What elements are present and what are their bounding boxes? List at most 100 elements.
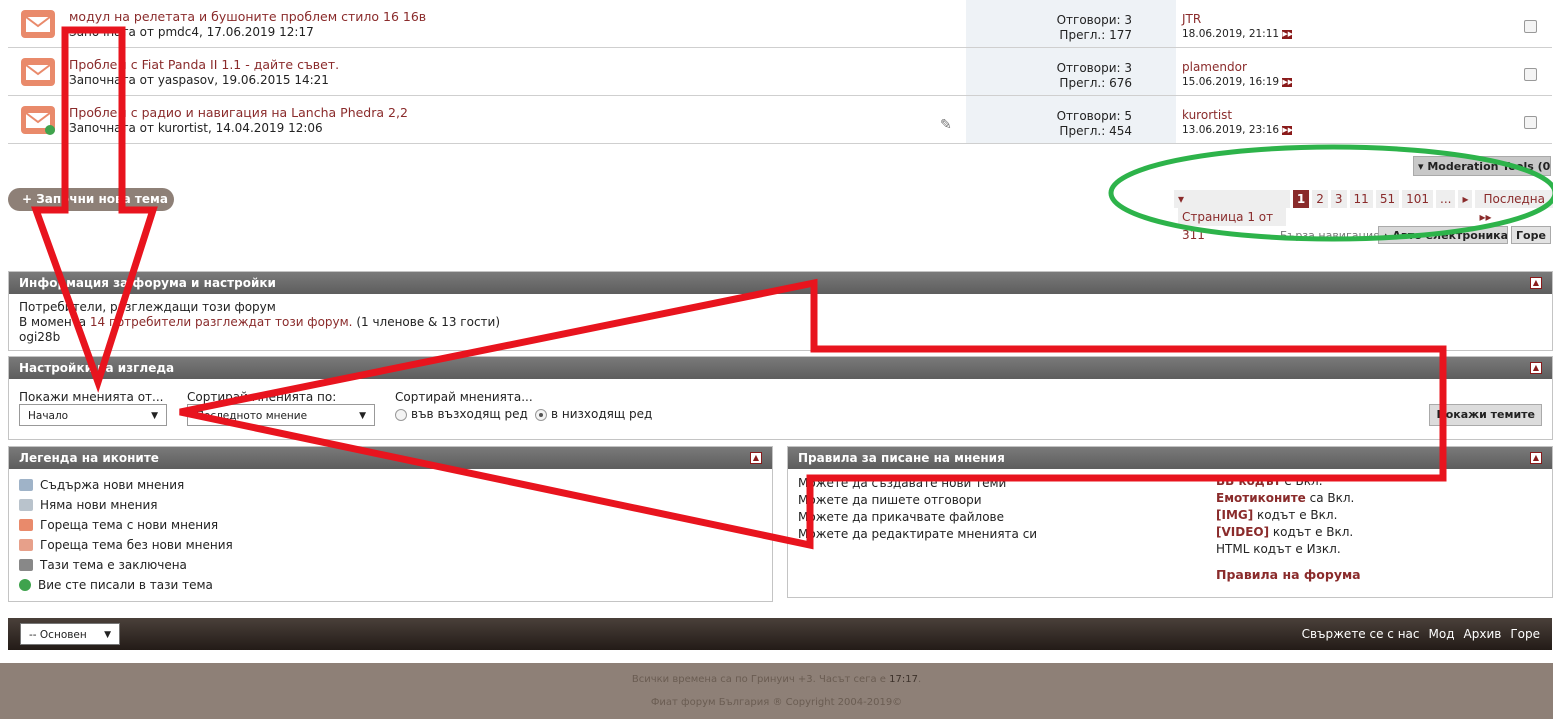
last-post-day: 13.06.2019, (1182, 124, 1246, 136)
next-page-icon[interactable]: ▸ (1458, 190, 1473, 208)
go-to-last-post-icon[interactable]: ▶▶ (1282, 77, 1293, 87)
viewing-user-list[interactable]: ogi28b (19, 330, 1542, 345)
legend-label: Гореща тема без нови мнения (40, 538, 233, 552)
forum-rules-link[interactable]: Правила на форума (1216, 567, 1361, 582)
thread-title-link[interactable]: Проблем с радио и навигация на Lancha Ph… (69, 105, 408, 120)
permission-item: Можете да редактирате мненията си (798, 527, 1038, 541)
dropdown-arrow-icon: ▼ (104, 630, 111, 640)
timezone-label: Всички времена са по Гринуич +3. Часът с… (631, 674, 890, 685)
permission-item: Можете да създавате нови теми (798, 476, 1007, 490)
quick-nav-button[interactable]: ▴ Авто електроника (1378, 226, 1508, 244)
code-rule-status: HTML кодът е Изкл. (1216, 542, 1341, 556)
last-post-user-link[interactable]: kurortist (1182, 108, 1232, 122)
top-button[interactable]: Горе (1511, 226, 1551, 244)
page-link[interactable]: 11 (1349, 190, 1373, 208)
sort-desc-label: в низходящ ред (551, 407, 653, 421)
moderation-tools-button[interactable]: ▾ Moderation Tools (0) (1413, 156, 1551, 176)
dropdown-arrow-icon: ▼ (359, 411, 366, 421)
thread-select-checkbox[interactable] (1524, 68, 1537, 81)
style-select[interactable]: -- Основен ▼ (20, 623, 120, 645)
last-page-link[interactable]: Последна ▸▸ (1475, 190, 1553, 224)
show-from-label: Покажи мненията от... (19, 390, 164, 404)
archive-link[interactable]: Архив (1464, 618, 1502, 650)
code-rule: HTML кодът е Изкл. (1216, 541, 1361, 558)
current-time: 17:17 (889, 674, 918, 685)
legend-list: Съдържа нови мнения Няма нови мнения Гор… (9, 469, 772, 601)
page-link[interactable]: 3 (1330, 190, 1347, 208)
new-posts-icon (19, 479, 33, 491)
legend-label: Гореща тема с нови мнения (40, 518, 219, 532)
last-post-time: 23:16 (1248, 124, 1280, 136)
legend-label: Няма нови мнения (40, 498, 158, 512)
viewing-suffix: (1 членове & 13 гости) (352, 315, 501, 329)
last-post-date: 15.06.2019, 16:19 ▶▶ (1182, 76, 1293, 88)
forum-info-body: Потребители, разглеждащи този форум В мо… (9, 294, 1552, 351)
show-from-select[interactable]: Начало ▼ (19, 404, 167, 426)
thread-title-link[interactable]: модул на релетата и бушоните проблем сти… (69, 9, 426, 24)
collapse-icon[interactable]: ▲ (750, 452, 762, 464)
footer-links: Свържете се с нас Мод Архив Горе (1302, 618, 1540, 650)
collapse-icon[interactable]: ▲ (1530, 277, 1542, 289)
thread-views: Прегл.: 177 (1059, 28, 1132, 42)
radio-asc[interactable] (395, 408, 407, 421)
code-rule: [IMG] кодът е Вкл. (1216, 507, 1361, 524)
last-post-user-link[interactable]: plamendor (1182, 60, 1247, 74)
thread-select-checkbox[interactable] (1524, 116, 1537, 129)
new-thread-button[interactable]: + Започни нова тема (8, 188, 174, 211)
sort-desc-option[interactable]: в низходящ ред (535, 407, 652, 421)
collapse-icon[interactable]: ▲ (1530, 362, 1542, 374)
contact-us-link[interactable]: Свържете се с нас (1302, 618, 1420, 650)
view-settings-header: Настройки на изгледа ▲ (9, 357, 1552, 379)
posting-rules-block: Правила за писане на мнения ▲ Можете да с… (787, 446, 1553, 598)
page-footer: Всички времена са по Гринуич +3. Часът с… (0, 663, 1553, 719)
style-select-value: -- Основен (29, 629, 87, 641)
legend-label: Вие сте писали в тази тема (38, 578, 213, 592)
code-rule: [VIDEO] кодът е Вкл. (1216, 524, 1361, 541)
posting-rules-title: Правила за писане на мнения (798, 451, 1005, 465)
go-top-link[interactable]: Горе (1510, 618, 1540, 650)
viewing-users-link[interactable]: 14 потребители разглеждат този форум. (90, 315, 353, 329)
thread-title-link[interactable]: Проблем с Fiat Panda II 1.1 - дайте съве… (69, 57, 339, 72)
go-to-last-post-icon[interactable]: ▶▶ (1282, 125, 1293, 135)
thread-views: Прегл.: 676 (1059, 76, 1132, 90)
page-link[interactable]: 101 (1402, 190, 1433, 208)
page-link[interactable]: 2 (1312, 190, 1328, 208)
img-code-link[interactable]: [IMG] (1216, 508, 1253, 522)
thread-select-checkbox[interactable] (1524, 20, 1537, 33)
thread-list: модул на релетата и бушоните проблем сти… (8, 0, 1552, 144)
sort-order-label: Сортирай мненията... (395, 390, 533, 404)
collapse-icon[interactable]: ▲ (1530, 452, 1542, 464)
hot-thread-posted-icon (21, 106, 55, 135)
video-code-link[interactable]: [VIDEO] (1216, 525, 1269, 539)
go-to-last-post-icon[interactable]: ▶▶ (1282, 29, 1293, 39)
viewing-users-label: Потребители, разглеждащи този форум (19, 300, 276, 314)
quick-nav-label: Бърза навигация (1280, 229, 1380, 242)
last-post-user-link[interactable]: JTR (1182, 12, 1201, 26)
code-rule: Емотиконите са Вкл. (1216, 490, 1361, 507)
legend-item: Гореща тема без нови мнения (19, 535, 762, 555)
smilies-link[interactable]: Емотиконите (1216, 491, 1306, 505)
show-threads-button[interactable]: Покажи темите (1429, 404, 1542, 426)
last-page-label: Последна (1479, 190, 1549, 208)
forum-info-header: Информация за форума и настройки ▲ (9, 272, 1552, 294)
last-post-date: 18.06.2019, 21:11 ▶▶ (1182, 28, 1293, 40)
page-jump-menu[interactable]: ▾ Страница 1 от 311 (1174, 190, 1290, 242)
hot-thread-new-posts-icon (21, 58, 55, 86)
page-link[interactable]: 51 (1375, 190, 1400, 208)
bbcode-link[interactable]: BB кодът (1216, 474, 1281, 488)
sort-asc-option[interactable]: във възходящ ред (395, 407, 528, 421)
timezone-text: Всички времена са по Гринуич +3. Часът с… (631, 674, 922, 685)
legend-label: Съдържа нови мнения (40, 478, 185, 492)
page-link-current[interactable]: 1 (1292, 190, 1310, 208)
legend-item: Тази тема е заключена (19, 555, 762, 575)
last-post-time: 21:11 (1248, 28, 1280, 40)
thread-views: Прегл.: 454 (1059, 124, 1132, 138)
legend-item: Няма нови мнения (19, 495, 762, 515)
posting-rules-header: Правила за писане на мнения ▲ (788, 447, 1552, 469)
footer-bar: -- Основен ▼ Свържете се с нас Мод Архив … (8, 618, 1552, 650)
thread-starter: Започната от kurortist, 14.04.2019 12:06 (69, 121, 323, 135)
sort-by-select[interactable]: Последното мнение ▼ (187, 404, 375, 426)
mod-link[interactable]: Мод (1429, 618, 1455, 650)
radio-desc[interactable] (535, 408, 547, 421)
code-rule: BB кодът е Вкл. (1216, 473, 1361, 490)
